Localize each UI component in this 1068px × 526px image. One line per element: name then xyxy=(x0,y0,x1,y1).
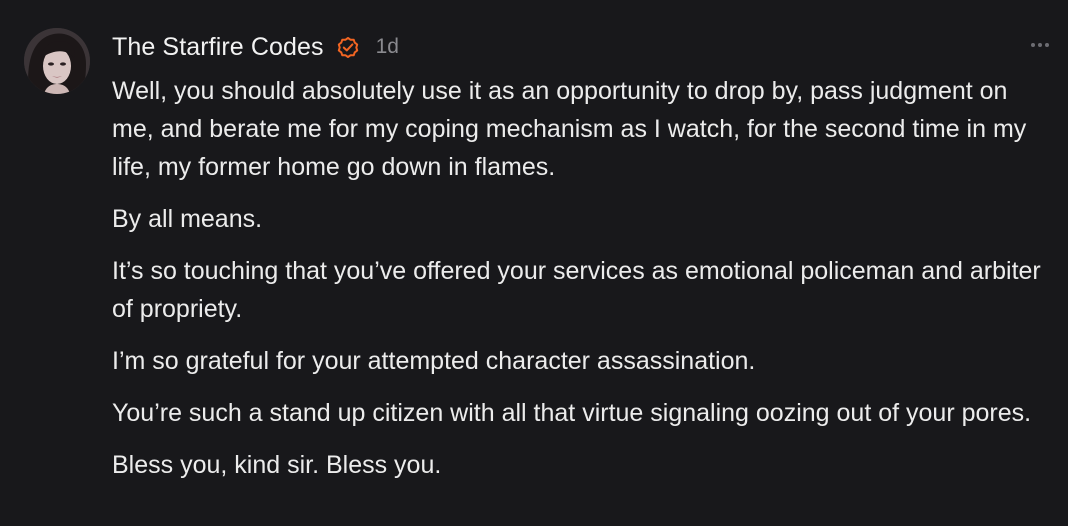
post-paragraph: Well, you should absolutely use it as an… xyxy=(112,77,1027,181)
author-name[interactable]: The Starfire Codes xyxy=(112,33,324,62)
post-body: Well, you should absolutely use it as an… xyxy=(112,72,1042,498)
more-options-icon-dot xyxy=(1045,43,1049,47)
post-paragraph: You’re such a stand up citizen with all … xyxy=(112,399,1032,427)
more-options-button[interactable] xyxy=(1026,34,1054,56)
avatar[interactable] xyxy=(24,28,90,94)
post-paragraph: It’s so touching that you’ve offered you… xyxy=(112,257,1041,323)
post-paragraph: Bless you, kind sir. Bless you. xyxy=(112,451,442,479)
post-header: The Starfire Codes 1d xyxy=(112,30,399,64)
post-paragraph: By all means. xyxy=(112,205,263,233)
verified-check-icon xyxy=(336,35,360,59)
comment-post: The Starfire Codes 1d Well, you should a… xyxy=(0,0,1068,526)
post-paragraph: I’m so grateful for your attempted chara… xyxy=(112,347,756,375)
more-options-icon-dot xyxy=(1038,43,1042,47)
avatar-image xyxy=(24,28,90,94)
post-timestamp: 1d xyxy=(375,35,399,58)
more-options-icon-dot xyxy=(1031,43,1035,47)
